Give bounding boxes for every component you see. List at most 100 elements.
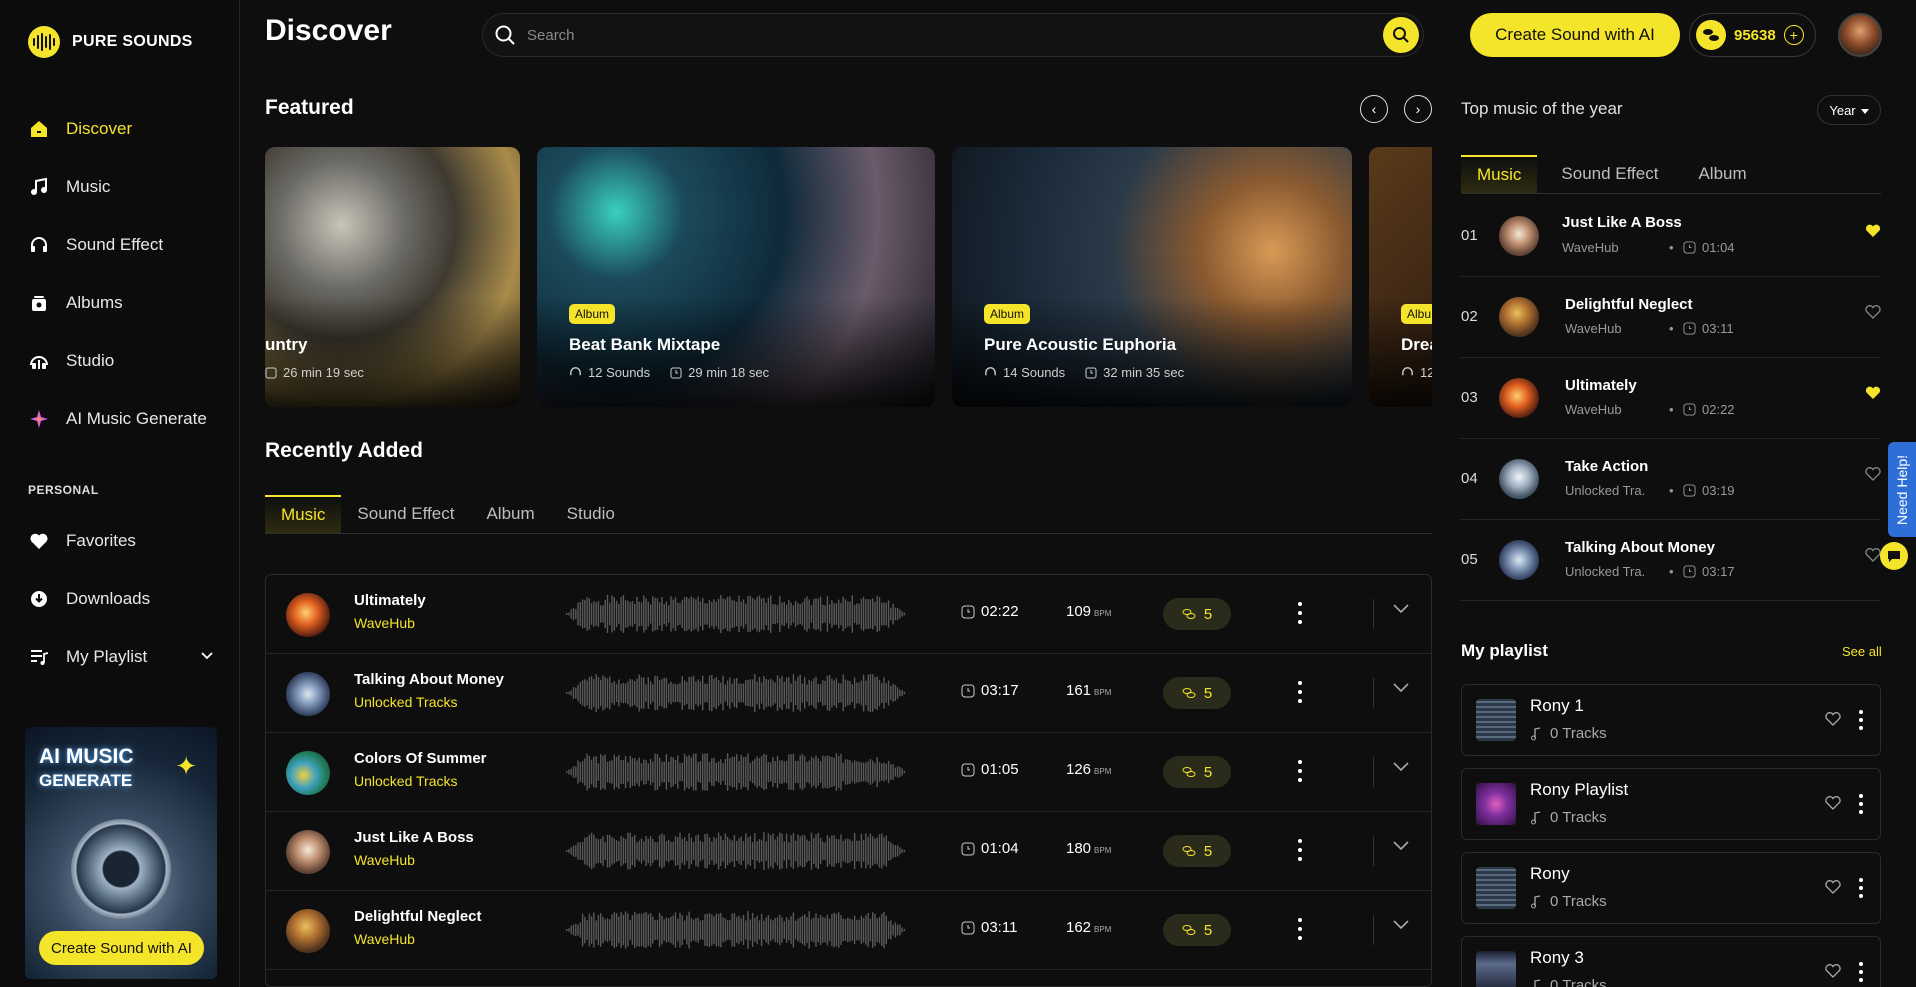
more-options-icon[interactable] [1858, 794, 1864, 814]
more-options-icon[interactable] [1858, 878, 1864, 898]
table-row[interactable]: Colors Of Summer Unlocked Tracks 01:05 1… [266, 733, 1431, 812]
clock-icon [961, 763, 975, 776]
see-all-link[interactable]: See all [1842, 644, 1882, 659]
heart-outline-icon[interactable] [1865, 305, 1881, 324]
credits-balance[interactable]: 95638 + [1689, 13, 1816, 57]
more-options-icon[interactable] [1296, 918, 1304, 940]
sidebar-item-downloads[interactable]: Downloads [28, 584, 150, 614]
heart-outline-icon[interactable] [1825, 796, 1841, 815]
sidebar-item-my-playlist[interactable]: My Playlist [28, 642, 214, 672]
promo-create-button[interactable]: Create Sound with AI [39, 931, 204, 965]
sidebar-item-albums[interactable]: Albums [28, 288, 123, 318]
expand-chevron-icon[interactable] [1393, 917, 1409, 933]
waveform-bar [826, 675, 829, 711]
need-help-tab[interactable]: Need Help! [1888, 442, 1916, 537]
sidebar-item-ai-music-generate[interactable]: AI Music Generate [28, 404, 207, 434]
cost-value: 5 [1203, 684, 1213, 702]
sidebar-item-music[interactable]: Music [28, 172, 110, 202]
waveform-bar [695, 835, 697, 867]
playlist-card[interactable]: Rony 0 Tracks [1461, 852, 1881, 924]
list-item[interactable]: 01 Just Like A Boss WaveHub • 01:04 [1461, 196, 1881, 277]
featured-card[interactable]: Album Beat Bank Mixtape 12 Sounds 29 min… [537, 147, 935, 407]
track-artist[interactable]: WaveHub [354, 615, 415, 631]
playlist-card[interactable]: Rony 3 0 Tracks [1461, 936, 1881, 987]
track-cost-badge[interactable]: 5 [1163, 914, 1231, 946]
heart-outline-icon[interactable] [1865, 467, 1881, 486]
playlist-card[interactable]: Rony Playlist 0 Tracks [1461, 768, 1881, 840]
tab-studio[interactable]: Studio [551, 495, 631, 533]
expand-chevron-icon[interactable] [1393, 838, 1409, 854]
table-row[interactable]: Just Like A Boss WaveHub 01:04 180 BPM 5 [266, 812, 1431, 891]
list-item[interactable]: 03 Ultimately WaveHub • 02:22 [1461, 358, 1881, 439]
waveform[interactable] [566, 674, 906, 712]
brand-logo[interactable]: PURE SOUNDS [28, 26, 193, 58]
waveform-bar [903, 770, 906, 774]
tab-album[interactable]: Album [1682, 155, 1762, 193]
more-options-icon[interactable] [1296, 760, 1304, 782]
tab-album[interactable]: Album [470, 495, 550, 533]
waveform-bar [862, 917, 865, 943]
waveform[interactable] [566, 832, 906, 870]
heart-outline-icon[interactable] [1865, 548, 1881, 567]
waveform[interactable] [566, 911, 906, 949]
sidebar-item-studio[interactable]: Studio [28, 346, 114, 376]
sidebar-item-discover[interactable]: Discover [28, 114, 132, 144]
heart-filled-icon[interactable] [1865, 224, 1881, 243]
tab-sound-effect[interactable]: Sound Effect [341, 495, 470, 533]
waveform-bar [724, 599, 727, 629]
search-input[interactable] [527, 26, 1383, 44]
chat-bubble-button[interactable] [1880, 542, 1908, 570]
waveform[interactable] [566, 595, 906, 633]
user-avatar[interactable] [1838, 13, 1882, 57]
track-cost-badge[interactable]: 5 [1163, 598, 1231, 630]
more-options-icon[interactable] [1296, 602, 1304, 624]
featured-card[interactable]: untry 26 min 19 sec [265, 147, 520, 407]
more-options-icon[interactable] [1296, 681, 1304, 703]
expand-chevron-icon[interactable] [1393, 759, 1409, 775]
waveform-bar [588, 755, 591, 788]
tab-music[interactable]: Music [1461, 155, 1538, 193]
waveform-bar [597, 677, 600, 709]
list-item[interactable]: 04 Take Action Unlocked Tra.. • 03:19 [1461, 439, 1881, 520]
waveform-bar [566, 613, 568, 615]
heart-outline-icon[interactable] [1825, 880, 1841, 899]
tab-music[interactable]: Music [265, 495, 342, 533]
table-row[interactable]: Ultimately WaveHub 02:22 109 BPM 5 [266, 575, 1431, 654]
heart-outline-icon[interactable] [1825, 964, 1841, 983]
list-item[interactable]: 02 Delightful Neglect WaveHub • 03:11 [1461, 277, 1881, 358]
featured-card[interactable]: Albu Drea 12 [1369, 147, 1432, 407]
search-submit-button[interactable] [1383, 17, 1419, 53]
expand-chevron-icon[interactable] [1393, 680, 1409, 696]
track-cost-badge[interactable]: 5 [1163, 677, 1231, 709]
featured-card[interactable]: Album Pure Acoustic Euphoria 14 Sounds 3… [952, 147, 1352, 407]
sidebar-item-sound-effect[interactable]: Sound Effect [28, 230, 163, 260]
year-filter-dropdown[interactable]: Year [1817, 95, 1881, 125]
duration-text: 32 min 35 sec [1103, 365, 1185, 380]
expand-chevron-icon[interactable] [1393, 601, 1409, 617]
featured-next-button[interactable]: › [1404, 95, 1432, 123]
list-item[interactable]: 05 Talking About Money Unlocked Tra.. • … [1461, 520, 1881, 601]
track-cost-badge[interactable]: 5 [1163, 835, 1231, 867]
track-thumbnail [286, 593, 330, 637]
track-artist[interactable]: Unlocked Tracks [354, 694, 457, 710]
sidebar-item-favorites[interactable]: Favorites [28, 526, 136, 556]
waveform[interactable] [566, 753, 906, 791]
create-sound-button[interactable]: Create Sound with AI [1470, 13, 1680, 57]
track-artist[interactable]: WaveHub [354, 852, 415, 868]
more-options-icon[interactable] [1858, 710, 1864, 730]
featured-prev-button[interactable]: ‹ [1360, 95, 1388, 123]
ai-generate-promo[interactable]: AI MUSIC GENERATE ✦ Create Sound with AI [25, 727, 217, 979]
more-options-icon[interactable] [1858, 962, 1864, 982]
add-credits-icon[interactable]: + [1783, 25, 1804, 45]
table-row[interactable]: Talking About Money Unlocked Tracks 03:1… [266, 654, 1431, 733]
track-cost-badge[interactable]: 5 [1163, 756, 1231, 788]
track-artist[interactable]: Unlocked Tracks [354, 773, 457, 789]
playlist-card[interactable]: Rony 1 0 Tracks [1461, 684, 1881, 756]
track-artist[interactable]: WaveHub [354, 931, 415, 947]
waveform-bar [801, 753, 804, 791]
more-options-icon[interactable] [1296, 839, 1304, 861]
heart-filled-icon[interactable] [1865, 386, 1881, 405]
heart-outline-icon[interactable] [1825, 712, 1841, 731]
table-row[interactable]: Delightful Neglect WaveHub 03:11 162 BPM … [266, 891, 1431, 970]
tab-sound-effect[interactable]: Sound Effect [1537, 155, 1682, 193]
